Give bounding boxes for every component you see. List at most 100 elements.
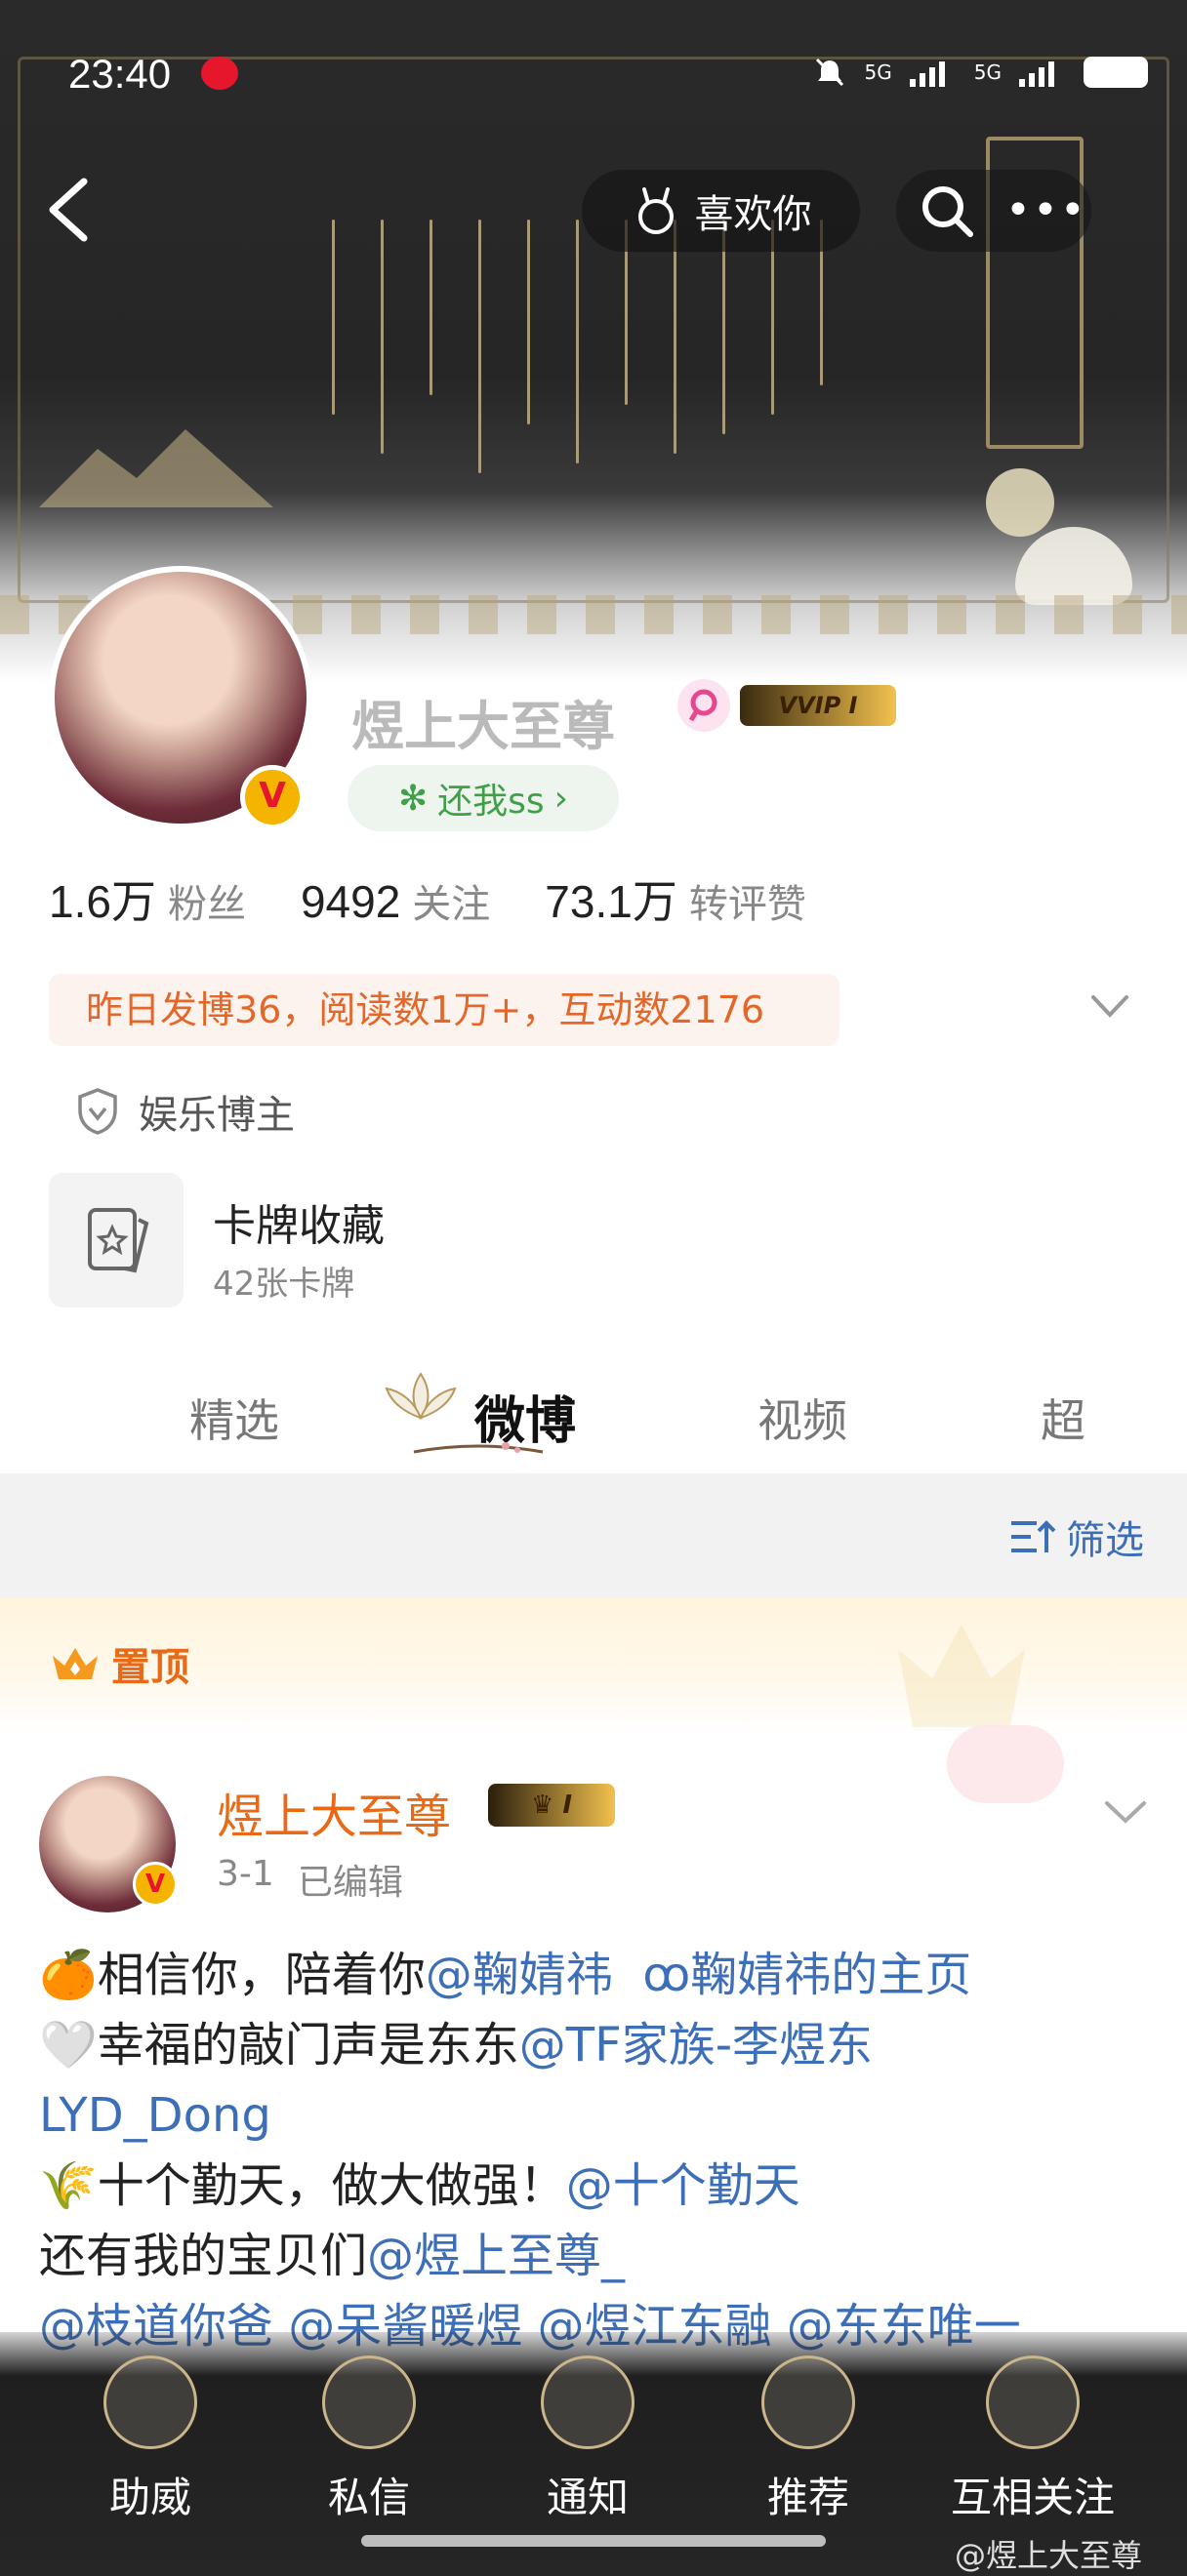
vip-crown-icon: ♛	[530, 1791, 563, 1820]
lotus-icon	[986, 2355, 1080, 2449]
tab-active-indicator	[413, 1442, 544, 1454]
mute-icon	[815, 58, 843, 87]
bunny-icon	[637, 187, 674, 234]
bell-icon	[541, 2355, 634, 2449]
stat-following[interactable]: 9492 关注	[301, 872, 490, 929]
mention-link[interactable]: @煜上至尊_	[367, 2229, 625, 2283]
stat-value: 1.6万	[49, 876, 156, 927]
fan-club-button[interactable]: ✻ 还我ss ›	[348, 765, 619, 831]
pinned-text: 置顶	[111, 1645, 189, 1690]
tab-featured[interactable]: 精选	[189, 1386, 279, 1450]
more-icon[interactable]: •••	[1005, 181, 1085, 240]
card-collection-icon[interactable]	[49, 1173, 184, 1308]
tab-video[interactable]: 视频	[757, 1386, 847, 1450]
chevron-down-icon[interactable]	[1101, 1795, 1150, 1831]
post-verified-badge: V	[133, 1862, 178, 1907]
stat-label: 关注	[412, 882, 491, 927]
crown-icon	[53, 1648, 98, 1679]
bottom-label: 私信	[327, 2474, 410, 2521]
network-label-1: 5G	[864, 60, 892, 84]
post-line: 🤍幸福的敲门声是东东@TF家族-李煜东	[39, 2010, 1152, 2080]
filter-bar: 筛选	[0, 1473, 1187, 1598]
category-label: 娱乐博主	[139, 1093, 295, 1138]
mention-link[interactable]: LYD_Dong	[39, 2088, 271, 2143]
stat-label: 转评赞	[688, 882, 806, 927]
watermark: @煜上大至尊	[955, 2537, 1143, 2574]
profile-stats: 1.6万 粉丝 9492 关注 73.1万 转评赞	[49, 866, 861, 931]
emoji-orange: 🍊	[39, 1948, 98, 2002]
filter-label: 筛选	[1066, 1518, 1144, 1563]
lotus-icon	[385, 1372, 457, 1420]
signal-icon	[1019, 58, 1066, 87]
like-you-button[interactable]: 喜欢你	[582, 170, 860, 252]
post-vip-level: Ⅰ	[562, 1791, 573, 1820]
post-vip-badge[interactable]: ♛ Ⅰ	[488, 1784, 615, 1827]
profile-tabs: 精选 微博 视频 超	[0, 1356, 1187, 1473]
bottom-item-cheer[interactable]: 助威	[53, 2342, 248, 2537]
chevron-right-icon: ›	[553, 778, 569, 819]
filter-button[interactable]: 筛选	[1009, 1509, 1144, 1565]
bottom-label: 助威	[108, 2474, 191, 2521]
vvip-badge[interactable]: VVIP Ⅰ	[740, 685, 896, 726]
mention-link[interactable]: @十个勤天	[566, 2158, 800, 2213]
post-author-name[interactable]: 煜上大至尊	[217, 1778, 451, 1846]
profile-username: 煜上大至尊	[351, 696, 615, 757]
card-icon	[88, 1208, 149, 1273]
shield-icon	[78, 1088, 117, 1135]
bottom-item-messages[interactable]: 私信	[271, 2342, 467, 2537]
stat-label: 粉丝	[167, 882, 246, 927]
bottom-item-notifications[interactable]: 通知	[490, 2342, 685, 2537]
post-line: 🌾十个勤天，做大做强！@十个勤天	[39, 2151, 1152, 2221]
stat-value: 9492	[300, 876, 401, 927]
bear-sticker	[947, 1725, 1064, 1803]
status-time: 23:40	[68, 51, 172, 97]
homepage-link[interactable]: ꝏ鞠婧祎的主页	[642, 1948, 971, 2002]
emoji-heart: 🤍	[39, 2018, 98, 2073]
compass-icon	[761, 2355, 855, 2449]
card-collection-count: 42张卡牌	[213, 1265, 355, 1304]
bottom-label: 通知	[546, 2474, 629, 2521]
clover-icon: ✻	[397, 778, 429, 819]
bottom-label: 推荐	[766, 2474, 849, 2521]
tab-super[interactable]: 超	[1041, 1386, 1085, 1450]
like-you-label: 喜欢你	[694, 192, 812, 237]
stat-value: 73.1万	[545, 876, 677, 927]
calligraphy-art	[322, 220, 869, 493]
chevron-down-icon[interactable]	[1085, 987, 1134, 1026]
blogger-category: 娱乐博主	[76, 1083, 295, 1140]
post-edited-flag: 已编辑	[297, 1863, 403, 1903]
back-arrow-icon[interactable]	[41, 176, 100, 244]
post-meta: 3-1 已编辑	[217, 1854, 403, 1905]
network-label-2: 5G	[973, 60, 1002, 84]
fan-club-label: 还我ss	[437, 782, 545, 822]
bottom-item-mutual-follow[interactable]: 互相关注	[935, 2342, 1130, 2537]
post-text: 还有我的宝贝们	[39, 2229, 368, 2283]
post-content: 🍊相信你，陪着你@鞠婧祎 ꝏ鞠婧祎的主页 🤍幸福的敲门声是东东@TF家族-李煜东…	[39, 1940, 1152, 2361]
bottom-item-recommend[interactable]: 推荐	[711, 2342, 906, 2537]
post-line: 🍊相信你，陪着你@鞠婧祎 ꝏ鞠婧祎的主页	[39, 1940, 1152, 2010]
post-text: 幸福的敲门声是东东	[97, 2018, 519, 2073]
mention-link[interactable]: @鞠婧祎	[426, 1948, 613, 2002]
activity-summary[interactable]: 昨日发博36，阅读数1万+，互动数2176	[49, 974, 839, 1046]
post-line: LYD_Dong	[39, 2080, 1152, 2151]
pinned-label: 置顶	[49, 1635, 189, 1692]
card-collection-title[interactable]: 卡牌收藏	[213, 1190, 385, 1253]
female-icon	[677, 679, 730, 732]
signal-icon	[909, 58, 957, 87]
stat-fans[interactable]: 1.6万 粉丝	[49, 866, 246, 931]
filter-icon	[1011, 1520, 1056, 1552]
battery-icon	[1084, 57, 1148, 88]
search-icon[interactable]	[918, 181, 976, 240]
home-indicator[interactable]	[361, 2535, 826, 2547]
fox-mask-icon	[103, 2355, 197, 2449]
post-text: 相信你，陪着你	[97, 1948, 426, 2002]
mention-link[interactable]: @TF家族-李煜东	[519, 2018, 873, 2073]
stat-interactions[interactable]: 73.1万 转评赞	[545, 866, 806, 931]
bottom-label: 互相关注	[950, 2474, 1115, 2521]
mountain-art	[39, 429, 273, 507]
post-line: 还有我的宝贝们@煜上至尊_	[39, 2221, 1152, 2291]
emoji-wheat: 🌾	[39, 2158, 98, 2213]
crown-watermark	[898, 1625, 1025, 1727]
verified-badge: V	[240, 765, 305, 829]
weibo-app-icon	[201, 57, 238, 90]
